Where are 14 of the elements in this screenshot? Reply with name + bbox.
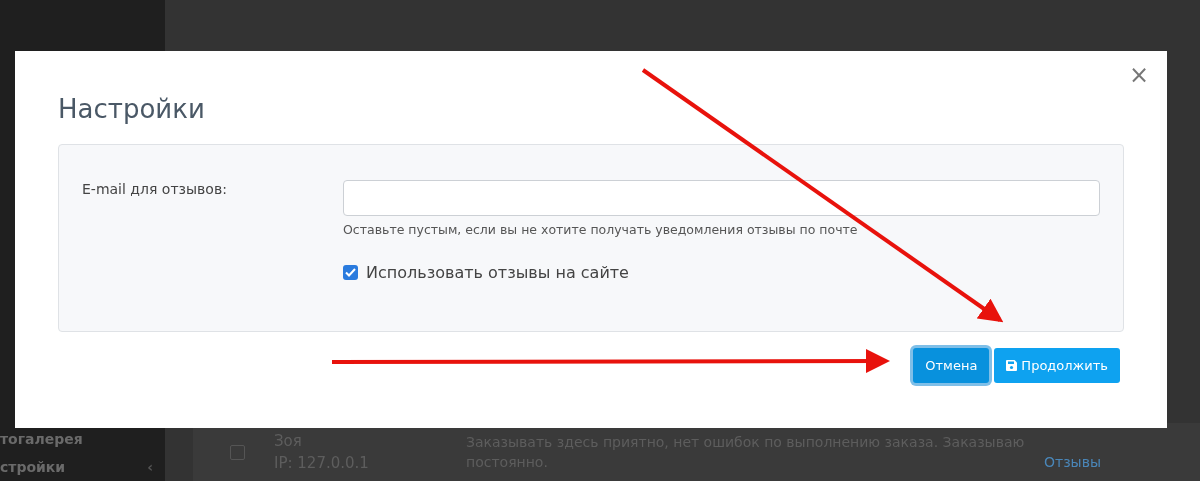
row-checkbox[interactable] (230, 444, 245, 460)
checkbox[interactable] (343, 265, 358, 280)
help-text: Оставьте пустым, если вы не хотите получать уведомления отзывы по почте (343, 222, 859, 237)
dialog-title: Настройки (58, 93, 206, 126)
caret-icon: ‹ (147, 459, 153, 475)
email-label: E-mail для отзывов: (82, 180, 228, 199)
email-input[interactable] (343, 180, 1100, 216)
sidebar-item[interactable]: стройки (0, 459, 66, 475)
cancel-button[interactable]: Отмена (913, 348, 990, 383)
continue-button[interactable]: Продолжить (994, 348, 1120, 383)
checkbox-label: Использовать отзывы на сайте (366, 263, 629, 282)
sidebar-item[interactable]: тогалерея (0, 431, 83, 447)
reviews-link[interactable]: Отзывы (1044, 454, 1101, 470)
close-button[interactable]: × (1124, 61, 1153, 89)
